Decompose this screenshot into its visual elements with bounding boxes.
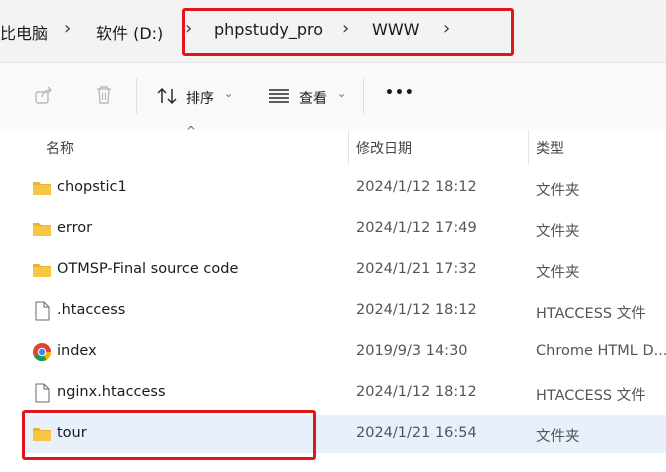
file-date: 2019/9/3 14:30 xyxy=(356,343,468,359)
file-date: 2024/1/12 17:49 xyxy=(356,220,477,236)
view-button[interactable]: 查看 xyxy=(299,88,327,108)
file-row-htaccess[interactable]: .htaccess 2024/1/12 18:12 HTACCESS 文件 xyxy=(22,292,666,330)
sort-icon[interactable] xyxy=(157,86,179,110)
file-name: .htaccess xyxy=(57,302,126,318)
column-resizer[interactable] xyxy=(528,130,529,165)
share-icon[interactable] xyxy=(34,85,54,109)
file-date: 2024/1/12 18:12 xyxy=(356,384,477,400)
more-options-button[interactable]: ••• xyxy=(385,85,415,101)
sort-indicator-icon: ^ xyxy=(186,124,197,138)
chevron-down-icon[interactable]: ⌄ xyxy=(337,87,346,100)
highlight-box-path xyxy=(182,8,514,56)
file-name: index xyxy=(57,343,97,359)
folder-icon xyxy=(33,223,51,236)
file-date: 2024/1/12 18:12 xyxy=(356,179,477,195)
file-name: error xyxy=(57,220,93,236)
file-type: HTACCESS 文件 xyxy=(536,306,646,322)
file-name: nginx.htaccess xyxy=(57,384,166,400)
command-bar: 排序 ⌄ 查看 ⌄ ••• xyxy=(0,63,666,129)
column-header-type[interactable]: 类型 xyxy=(536,138,564,158)
column-header-date[interactable]: 修改日期 xyxy=(356,138,412,158)
toolbar-divider xyxy=(363,78,364,114)
file-row-otmsp[interactable]: OTMSP-Final source code 2024/1/21 17:32 … xyxy=(22,251,666,289)
column-resizer[interactable] xyxy=(348,130,349,165)
folder-icon xyxy=(33,182,51,195)
file-date: 2024/1/12 18:12 xyxy=(356,302,477,318)
file-type: Chrome HTML D... xyxy=(536,343,666,359)
file-row-chopstic1[interactable]: chopstic1 2024/1/12 18:12 文件夹 xyxy=(22,169,666,207)
chrome-icon xyxy=(33,343,52,362)
file-row-error[interactable]: error 2024/1/12 17:49 文件夹 xyxy=(22,210,666,248)
delete-icon[interactable] xyxy=(94,84,114,110)
column-header-name[interactable]: 名称 xyxy=(46,138,74,158)
file-type: 文件夹 xyxy=(536,429,580,445)
file-type: 文件夹 xyxy=(536,224,580,240)
file-type: 文件夹 xyxy=(536,183,580,199)
highlight-box-tour xyxy=(22,410,316,460)
file-icon xyxy=(35,301,50,321)
column-header-row: ^ 名称 修改日期 类型 xyxy=(0,124,666,165)
view-icon[interactable] xyxy=(268,88,290,108)
breadcrumb-this-pc[interactable]: 比电脑 xyxy=(0,20,48,44)
file-type: HTACCESS 文件 xyxy=(536,388,646,404)
file-row-index[interactable]: index 2019/9/3 14:30 Chrome HTML D... xyxy=(22,333,666,371)
file-row-nginx-htaccess[interactable]: nginx.htaccess 2024/1/12 18:12 HTACCESS … xyxy=(22,374,666,412)
file-date: 2024/1/21 16:54 xyxy=(356,425,477,441)
chevron-right-icon[interactable]: › xyxy=(64,18,71,39)
file-name: chopstic1 xyxy=(57,179,127,195)
file-icon xyxy=(35,383,50,403)
toolbar-divider xyxy=(136,78,137,114)
chevron-down-icon[interactable]: ⌄ xyxy=(224,87,233,100)
file-date: 2024/1/21 17:32 xyxy=(356,261,477,277)
file-type: 文件夹 xyxy=(536,265,580,281)
folder-icon xyxy=(33,264,51,277)
breadcrumb-drive-d[interactable]: 软件 (D:) xyxy=(96,20,163,44)
sort-button[interactable]: 排序 xyxy=(186,88,214,108)
file-name: OTMSP-Final source code xyxy=(57,261,239,277)
